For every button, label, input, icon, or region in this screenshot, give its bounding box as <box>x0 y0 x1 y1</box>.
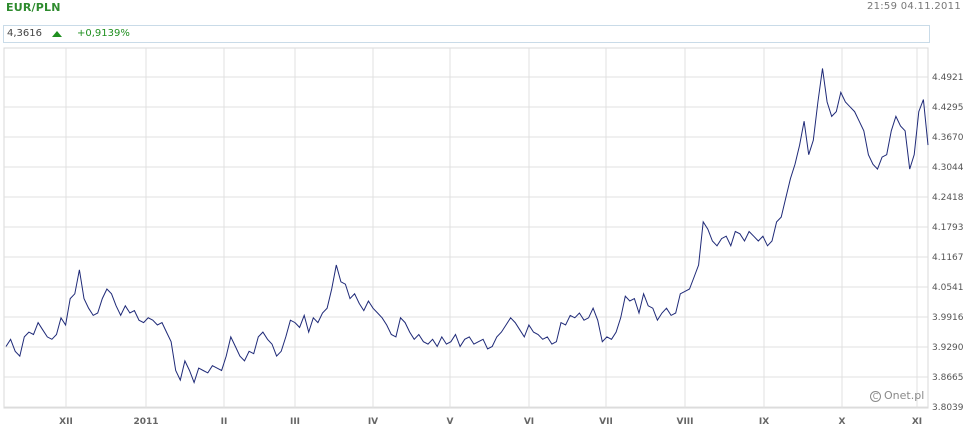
y-tick-label: 3.9916 <box>932 313 964 323</box>
x-tick-label: VI <box>524 417 534 427</box>
x-tick-label: IX <box>759 417 769 427</box>
y-tick-label: 3.8665 <box>932 373 964 383</box>
credit: C Onet.pl <box>870 389 924 402</box>
y-tick-label: 3.8039 <box>932 403 964 413</box>
copyright-icon: C <box>870 391 881 402</box>
x-tick-label: V <box>447 417 454 427</box>
plot-frame <box>3 47 929 409</box>
price-chart: 4.4921 4.4295 4.3670 4.3044 4.2418 4.1793 4.11… <box>3 47 964 427</box>
y-tick-label: 4.0541 <box>932 283 964 293</box>
y-tick-label: 4.2418 <box>932 193 964 203</box>
x-tick-label: XII <box>59 417 73 427</box>
credit-label: Onet.pl <box>884 389 925 402</box>
x-tick-label: X <box>839 417 846 427</box>
x-axis-labels: XII 2011 II III IV V VI VII VIII IX X XI <box>59 417 922 427</box>
y-tick-label: 4.4295 <box>932 103 964 113</box>
y-tick-label: 4.1793 <box>932 223 964 233</box>
series-line-eur-pln <box>5 68 929 385</box>
x-tick-label: III <box>290 417 300 427</box>
x-tick-label: VIII <box>676 417 693 427</box>
y-tick-label: 4.3670 <box>932 133 964 143</box>
y-tick-label: 3.9290 <box>932 343 964 353</box>
x-tick-label: II <box>221 417 228 427</box>
x-tick-label: VII <box>599 417 613 427</box>
y-axis-labels: 4.4921 4.4295 4.3670 4.3044 4.2418 4.1793 4.11… <box>932 73 964 413</box>
x-tick-label: XI <box>912 417 922 427</box>
x-tick-label: 2011 <box>133 417 158 427</box>
y-tick-label: 4.1167 <box>932 253 964 263</box>
chart-grid <box>3 47 929 409</box>
y-tick-label: 4.3044 <box>932 163 964 173</box>
y-tick-label: 4.4921 <box>932 73 964 83</box>
x-tick-label: IV <box>368 417 378 427</box>
